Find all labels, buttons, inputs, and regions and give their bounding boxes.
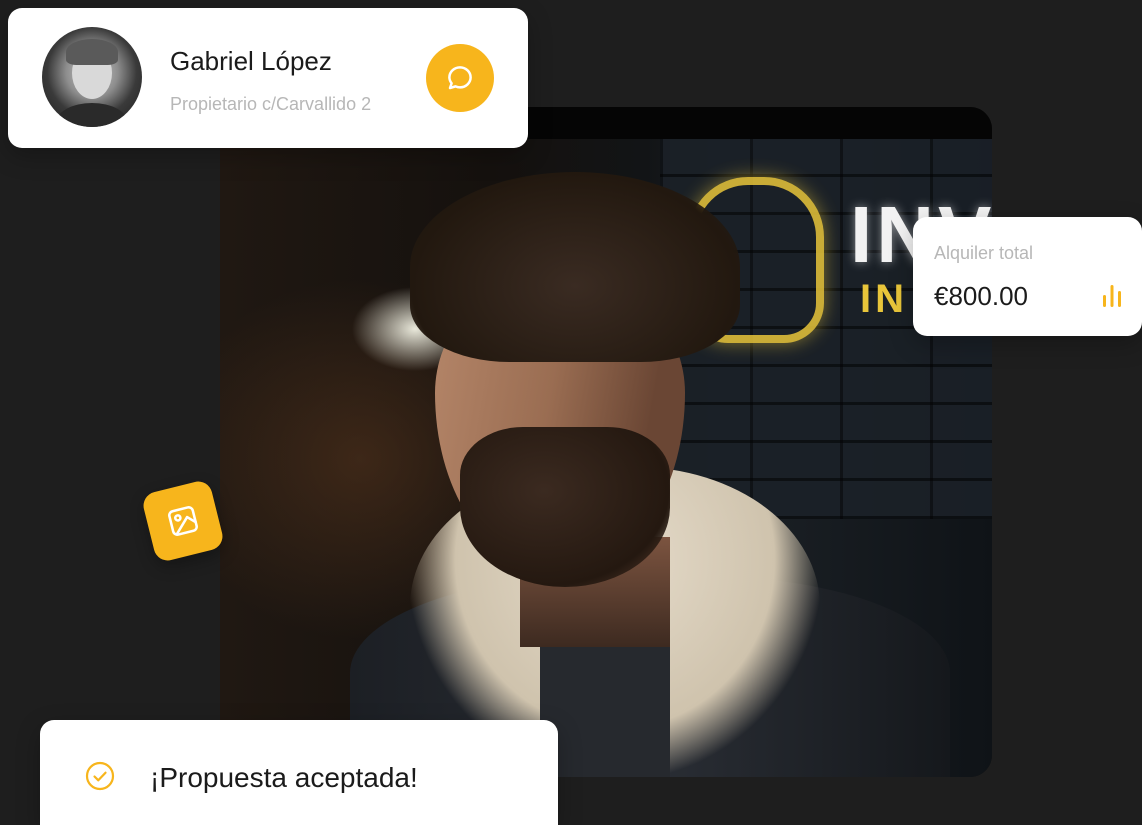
rent-total-card: Alquiler total €800.00 [913, 217, 1142, 336]
person-hair [410, 172, 740, 362]
avatar [42, 27, 142, 127]
chat-button[interactable] [426, 44, 494, 112]
avatar-hair [66, 39, 118, 65]
person-beard [460, 427, 670, 587]
owner-profile-card: Gabriel López Propietario c/Carvallido 2 [8, 8, 528, 148]
hero-photo: INV IN [220, 107, 992, 777]
rent-value: €800.00 [934, 281, 1028, 311]
rent-label: Alquiler total [934, 243, 1034, 263]
image-badge[interactable] [140, 478, 226, 564]
bar-chart-icon [1103, 285, 1121, 307]
chat-bubble-icon [448, 66, 472, 90]
proposal-accepted-card: ¡Propuesta aceptada! [40, 720, 558, 825]
avatar-body [56, 103, 128, 127]
owner-name: Gabriel López [170, 46, 332, 76]
stage: INV IN Gabriel López Propietario c/Carva… [0, 0, 1142, 825]
image-icon [168, 506, 198, 536]
neon-sign-text-secondary: IN [860, 277, 908, 321]
owner-subtitle: Propietario c/Carvallido 2 [170, 94, 372, 114]
check-circle-icon [85, 761, 115, 791]
proposal-status-text: ¡Propuesta aceptada! [150, 762, 418, 793]
